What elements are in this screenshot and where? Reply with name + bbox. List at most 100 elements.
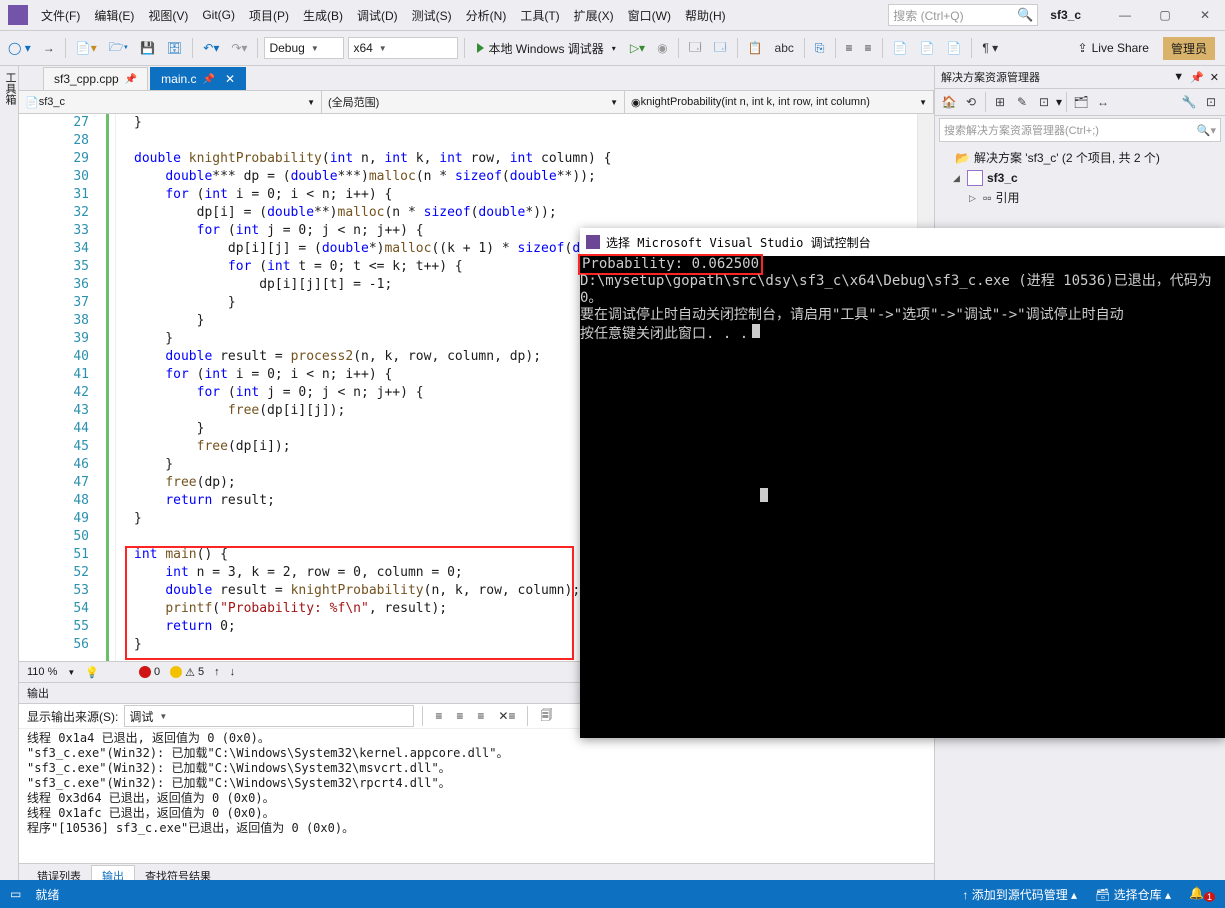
output-source-combo[interactable]: 调试▼ bbox=[124, 705, 414, 727]
main-menu: 文件(F)编辑(E)视图(V)Git(G)项目(P)生成(B)调试(D)测试(S… bbox=[34, 7, 888, 24]
se-pin-icon[interactable]: 📌 bbox=[1190, 71, 1204, 84]
tb-ico10[interactable]: 📄 bbox=[942, 39, 965, 57]
console-cursor bbox=[752, 324, 760, 338]
tb-ico7[interactable]: ≡ bbox=[861, 39, 876, 57]
output-source-label: 显示输出来源(S): bbox=[27, 708, 118, 725]
tb-ico4[interactable]: abc bbox=[771, 39, 798, 57]
status-ready: 就绪 bbox=[35, 886, 59, 903]
menu-item[interactable]: 窗口(W) bbox=[621, 7, 678, 24]
se-search-input[interactable]: 搜索解决方案资源管理器(Ctrl+;)🔍▾ bbox=[939, 118, 1221, 142]
nav-up-button[interactable]: ↑ bbox=[214, 666, 220, 678]
nav-back-button[interactable]: ◯ ▾ bbox=[4, 39, 35, 57]
toolbar: ◯ ▾ → 📄▾ 🗁▾ 💾 🗄 ↶▾ ↷▾ Debug▼ x64▼ 本地 Win… bbox=[0, 31, 1225, 66]
zoom-level[interactable]: 110 % bbox=[27, 666, 57, 678]
error-count[interactable]: 0 bbox=[139, 666, 160, 678]
left-toolbox-tab[interactable]: 工具箱 bbox=[0, 66, 19, 886]
new-item-button[interactable]: 📄▾ bbox=[72, 39, 101, 57]
save-button[interactable]: 💾 bbox=[136, 39, 159, 57]
se-dropdown-icon[interactable]: ▼ bbox=[1173, 71, 1184, 83]
menu-item[interactable]: 项目(P) bbox=[242, 7, 296, 24]
tree-refs: ▷▫▫ 引用 bbox=[941, 188, 1219, 208]
lightbulb-icon[interactable]: 💡 bbox=[85, 666, 99, 679]
nav-scope-project[interactable]: 📄 sf3_c▼ bbox=[19, 91, 322, 113]
menu-item[interactable]: 调试(D) bbox=[350, 7, 405, 24]
menu-item[interactable]: 生成(B) bbox=[296, 7, 350, 24]
nav-fwd-button[interactable]: → bbox=[39, 39, 59, 57]
nav-scope-global[interactable]: (全局范围)▼ bbox=[322, 91, 625, 113]
se-tb7[interactable]: ⊡ bbox=[1201, 92, 1221, 112]
tree-project: ◢ sf3_c bbox=[941, 168, 1219, 188]
live-share-button[interactable]: ⇪ Live Share bbox=[1068, 41, 1159, 55]
out-ico4[interactable]: ✕≡ bbox=[494, 707, 519, 725]
out-ico5[interactable]: 🗐 bbox=[536, 704, 556, 729]
se-home-icon[interactable]: 🏠 bbox=[939, 92, 959, 112]
menu-item[interactable]: 测试(S) bbox=[405, 7, 459, 24]
file-tab[interactable]: sf3_cpp.cpp📌 bbox=[43, 67, 148, 90]
search-input[interactable]: 搜索 (Ctrl+Q) 🔍 bbox=[888, 4, 1038, 26]
config-combo[interactable]: Debug▼ bbox=[264, 37, 344, 59]
nav-scope-function[interactable]: ◉ knightProbability(int n, int k, int ro… bbox=[625, 91, 934, 113]
out-ico1[interactable]: ≡ bbox=[431, 707, 446, 725]
status-repo[interactable]: 🗃 选择仓库 ▴ bbox=[1095, 886, 1171, 903]
menu-item[interactable]: 扩展(X) bbox=[567, 7, 621, 24]
open-button[interactable]: 🗁▾ bbox=[105, 36, 132, 61]
menu-item[interactable]: 分析(N) bbox=[459, 7, 514, 24]
out-ico3[interactable]: ≡ bbox=[473, 707, 488, 725]
tb-ico2[interactable]: 🗔 bbox=[710, 36, 731, 61]
se-tb1[interactable]: ⟲ bbox=[961, 92, 981, 112]
redo-button[interactable]: ↷▾ bbox=[227, 39, 251, 57]
se-tb5[interactable]: 🗂 bbox=[1071, 92, 1091, 112]
line-gutter: 2728293031323334353637383940414243444546… bbox=[19, 114, 116, 661]
menu-item[interactable]: 编辑(E) bbox=[87, 7, 141, 24]
file-tabs: sf3_cpp.cpp📌main.c📌✕ bbox=[19, 66, 934, 91]
tb-ico1[interactable]: 🗔 bbox=[685, 36, 706, 61]
menu-item[interactable]: 帮助(H) bbox=[678, 7, 733, 24]
debug-console-window[interactable]: 选择 Microsoft Visual Studio 调试控制台 Probabi… bbox=[580, 228, 1225, 738]
fold-margin bbox=[116, 114, 134, 661]
tb-ico5[interactable]: ⎘ bbox=[811, 39, 829, 58]
window-buttons: — ▢ ✕ bbox=[1105, 0, 1225, 30]
undo-button[interactable]: ↶▾ bbox=[199, 39, 223, 57]
se-wrench-icon[interactable]: 🔧 bbox=[1179, 92, 1199, 112]
se-tb2[interactable]: ⊞ bbox=[990, 92, 1010, 112]
project-name: sf3_c bbox=[1050, 8, 1081, 22]
run-no-debug-button[interactable]: ▷▾ bbox=[626, 39, 649, 57]
status-bell-icon[interactable]: 🔔1 bbox=[1189, 886, 1215, 902]
tb-ico6[interactable]: ≡ bbox=[842, 39, 857, 57]
stop-button[interactable]: ◉ bbox=[653, 39, 671, 57]
se-tb3[interactable]: ✎ bbox=[1012, 92, 1032, 112]
console-titlebar[interactable]: 选择 Microsoft Visual Studio 调试控制台 bbox=[580, 228, 1225, 256]
out-ico2[interactable]: ≡ bbox=[452, 707, 467, 725]
save-all-button[interactable]: 🗄 bbox=[163, 39, 186, 57]
se-tb6[interactable]: ↔ bbox=[1093, 92, 1113, 112]
menu-item[interactable]: 视图(V) bbox=[141, 7, 195, 24]
solution-tree[interactable]: 📂 解决方案 'sf3_c' (2 个项目, 共 2 个) ◢ sf3_c ▷▫… bbox=[935, 144, 1225, 212]
search-placeholder: 搜索 (Ctrl+Q) bbox=[893, 7, 963, 24]
tree-solution-root: 📂 解决方案 'sf3_c' (2 个项目, 共 2 个) bbox=[941, 148, 1219, 168]
tb-ico11[interactable]: ¶ ▾ bbox=[978, 39, 1002, 57]
output-text[interactable]: 线程 0x1a4 已退出, 返回值为 0 (0x0)。 "sf3_c.exe"(… bbox=[19, 729, 934, 863]
play-icon bbox=[477, 43, 484, 53]
status-src-ctrl[interactable]: ↑ 添加到源代码管理 ▴ bbox=[962, 886, 1077, 903]
console-icon bbox=[586, 235, 600, 249]
titlebar: 文件(F)编辑(E)视图(V)Git(G)项目(P)生成(B)调试(D)测试(S… bbox=[0, 0, 1225, 31]
close-button[interactable]: ✕ bbox=[1185, 0, 1225, 30]
menu-item[interactable]: 工具(T) bbox=[513, 7, 566, 24]
file-tab[interactable]: main.c📌✕ bbox=[150, 67, 246, 90]
nav-down-button[interactable]: ↓ bbox=[230, 666, 236, 678]
tb-ico9[interactable]: 📄 bbox=[916, 39, 939, 57]
run-button[interactable]: 本地 Windows 调试器▾ bbox=[471, 40, 621, 57]
minimize-button[interactable]: — bbox=[1105, 0, 1145, 30]
menu-item[interactable]: 文件(F) bbox=[34, 7, 87, 24]
tb-ico8[interactable]: 📄 bbox=[889, 39, 912, 57]
tb-ico3[interactable]: 📋 bbox=[744, 39, 767, 57]
search-icon: 🔍 bbox=[1017, 7, 1033, 23]
warning-count[interactable]: ⚠ 5 bbox=[170, 666, 204, 679]
console-body[interactable]: Probability: 0.062500 D:\mysetup\gopath\… bbox=[580, 256, 1225, 377]
platform-combo[interactable]: x64▼ bbox=[348, 37, 458, 59]
se-tb4[interactable]: ⊡ bbox=[1034, 92, 1054, 112]
menu-item[interactable]: Git(G) bbox=[195, 8, 242, 22]
maximize-button[interactable]: ▢ bbox=[1145, 0, 1185, 30]
se-close-icon[interactable]: ✕ bbox=[1210, 71, 1219, 84]
console-title: 选择 Microsoft Visual Studio 调试控制台 bbox=[606, 234, 871, 251]
